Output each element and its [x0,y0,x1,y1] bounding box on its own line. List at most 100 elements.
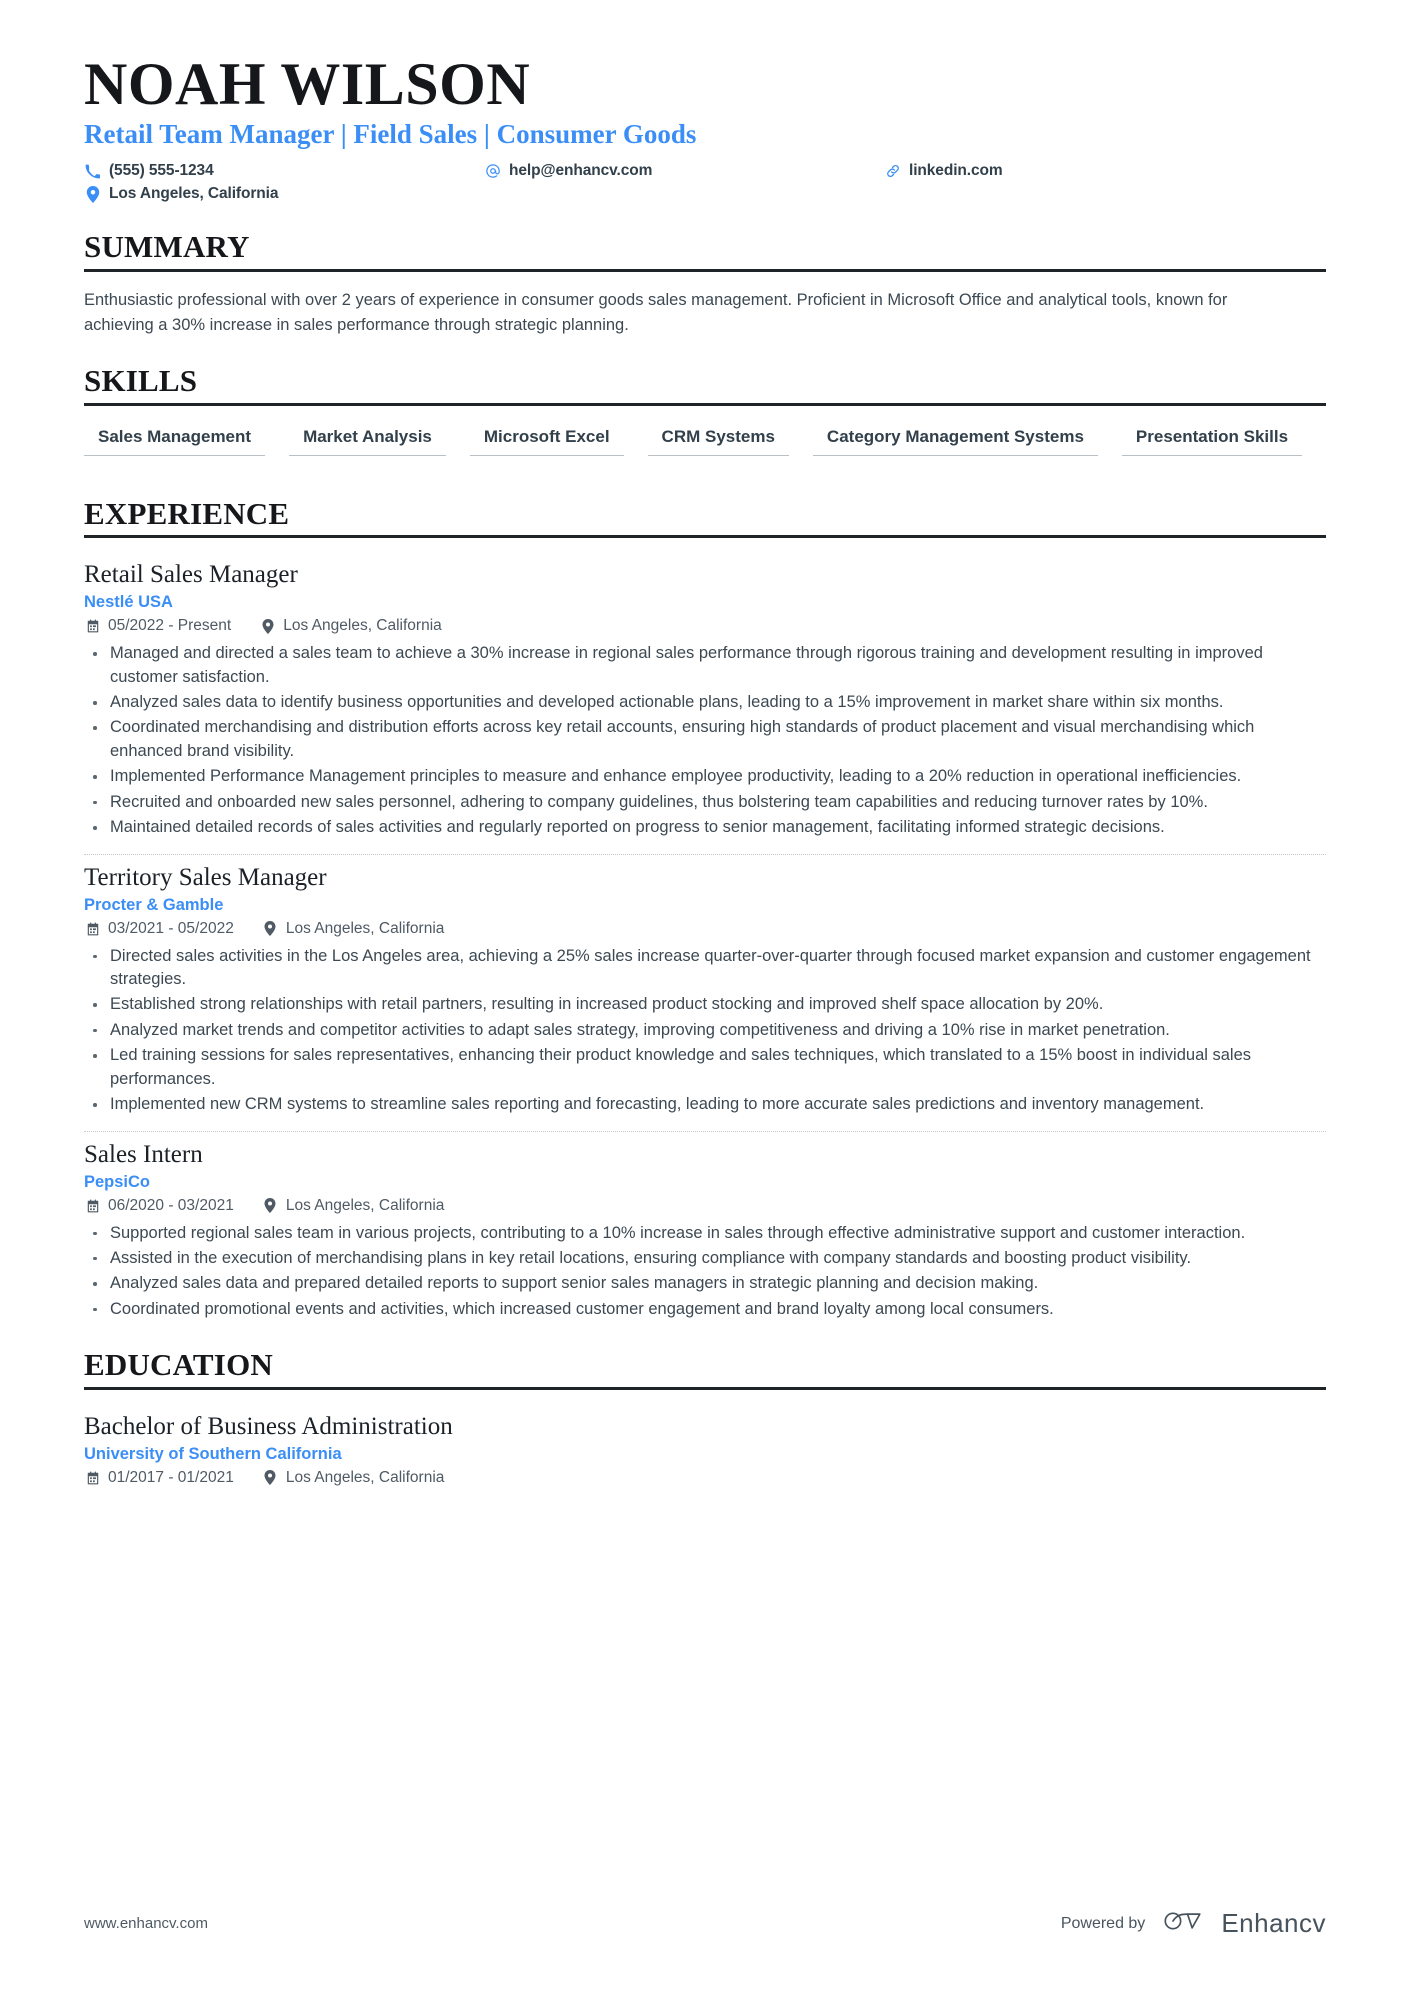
entry-location: Los Angeles, California [262,1468,445,1487]
link-icon [884,163,901,180]
bullet-item: Supported regional sales team in various… [84,1222,1326,1245]
entry-dates: 03/2021 - 05/2022 [84,920,234,938]
location-pin-icon [259,618,276,635]
bullet-item: Analyzed market trends and competitor ac… [84,1019,1326,1042]
resume-page: NOAH WILSON Retail Team Manager | Field … [0,0,1410,1995]
section-title-summary: SUMMARY [84,229,250,265]
experience-entry: Retail Sales Manager Nestlé USA 05/2022 … [84,552,1326,839]
enhancv-brand: Enhancv [1163,1908,1326,1939]
bullet-item: Implemented new CRM systems to streamlin… [84,1093,1326,1116]
skill-tag: CRM Systems [647,420,789,456]
skill-tag: Market Analysis [289,420,446,456]
entry-dates-value: 06/2020 - 03/2021 [108,1196,234,1214]
location-pin-icon [262,920,279,937]
contact-phone-value: (555) 555-1234 [109,162,214,180]
section-experience: EXPERIENCE Retail Sales Manager Nestlé U… [84,495,1326,1322]
section-rule [84,535,1326,539]
section-skills: SKILLS Sales Management Market Analysis … [84,365,1326,470]
job-title: Sales Intern [84,1140,203,1168]
section-rule [84,1386,1326,1390]
section-education: EDUCATION Bachelor of Business Administr… [84,1349,1326,1487]
contact-website[interactable]: linkedin.com [884,162,1003,180]
contact-phone[interactable]: (555) 555-1234 [84,162,484,180]
skill-tag: Presentation Skills [1121,420,1303,456]
professional-headline: Retail Team Manager | Field Sales | Cons… [84,119,697,150]
entry-meta: 05/2022 - Present Los Angeles, Californi… [84,617,1326,635]
job-title: Territory Sales Manager [84,863,327,891]
entry-dates-value: 05/2022 - Present [108,617,232,635]
calendar-icon [84,920,101,937]
entry-location: Los Angeles, California [262,1196,445,1215]
bullet-list: Directed sales activities in the Los Ang… [84,945,1326,1117]
summary-text: Enthusiastic professional with over 2 ye… [84,291,1228,334]
skill-tag: Sales Management [84,420,266,456]
section-summary: SUMMARY Enthusiastic professional with o… [84,231,1326,337]
bullet-item: Analyzed sales data to identify business… [84,691,1326,714]
bullet-item: Established strong relationships with re… [84,993,1326,1016]
bullet-item: Led training sessions for sales represen… [84,1044,1326,1091]
phone-icon [84,163,101,180]
section-rule [84,268,1326,272]
contact-info: (555) 555-1234 help@enhancv.com linkedin… [84,162,1326,203]
school-name: University of Southern California [84,1444,342,1463]
section-title-education: EDUCATION [84,1347,273,1383]
resume-header: NOAH WILSON Retail Team Manager | Field … [84,51,1326,203]
entry-dates: 05/2022 - Present [84,617,231,635]
contact-location: Los Angeles, California [84,185,484,203]
contact-email-value: help@enhancv.com [509,162,653,180]
skill-tag: Category Management Systems [812,420,1098,456]
bullet-item: Directed sales activities in the Los Ang… [84,945,1326,992]
job-title: Retail Sales Manager [84,561,298,589]
contact-row-primary: (555) 555-1234 help@enhancv.com linkedin… [84,162,1326,180]
entry-location-value: Los Angeles, California [285,1468,445,1486]
bullet-item: Analyzed sales data and prepared detaile… [84,1272,1326,1295]
location-pin-icon [262,1469,279,1486]
entry-meta: 01/2017 - 01/2021 Los Angeles, Californi… [84,1469,1326,1487]
page-title: NOAH WILSON [84,51,531,117]
entry-location: Los Angeles, California [262,919,445,938]
contact-website-value: linkedin.com [909,162,1003,180]
bullet-list: Supported regional sales team in various… [84,1222,1326,1322]
powered-by-block: Powered by Enhancv [1061,1908,1326,1939]
company-name: Procter & Gamble [84,895,224,914]
bullet-item: Managed and directed a sales team to ach… [84,642,1326,689]
skill-tag: Microsoft Excel [469,420,624,456]
contact-row-secondary: Los Angeles, California [84,185,1326,203]
powered-by-label: Powered by [1060,1914,1146,1932]
location-pin-icon [262,1197,279,1214]
page-footer: www.enhancv.com Powered by Enhancv [84,1908,1326,1939]
bullet-list: Managed and directed a sales team to ach… [84,642,1326,839]
at-sign-icon [484,163,501,180]
calendar-icon [84,618,101,635]
section-title-experience: EXPERIENCE [84,495,290,531]
entry-location-value: Los Angeles, California [283,617,442,635]
entry-meta: 06/2020 - 03/2021 Los Angeles, Californi… [84,1197,1326,1215]
experience-entry: Territory Sales Manager Procter & Gamble… [84,855,1326,1117]
entry-dates-value: 03/2021 - 05/2022 [108,919,234,937]
contact-location-value: Los Angeles, California [109,185,279,203]
entry-meta: 03/2021 - 05/2022 Los Angeles, Californi… [84,920,1326,938]
company-name: PepsiCo [84,1172,151,1191]
bullet-item: Recruited and onboarded new sales person… [84,791,1326,814]
entry-dates-value: 01/2017 - 01/2021 [108,1468,234,1486]
section-rule [84,402,1326,406]
degree-title: Bachelor of Business Administration [84,1412,453,1440]
bullet-item: Implemented Performance Management princ… [84,765,1326,788]
experience-entry: Sales Intern PepsiCo 06/2020 - 03/2021 L… [84,1132,1326,1322]
calendar-icon [84,1197,101,1214]
footer-website-url[interactable]: www.enhancv.com [84,1915,208,1932]
enhancv-logo-icon [1163,1908,1209,1939]
entry-dates: 06/2020 - 03/2021 [84,1197,234,1215]
bullet-item: Assisted in the execution of merchandisi… [84,1247,1326,1270]
bullet-item: Maintained detailed records of sales act… [84,816,1326,839]
enhancv-brand-name: Enhancv [1221,1908,1326,1938]
section-title-skills: SKILLS [84,363,198,399]
contact-email[interactable]: help@enhancv.com [484,162,884,180]
entry-location-value: Los Angeles, California [285,919,445,937]
company-name: Nestlé USA [84,593,173,612]
entry-location-value: Los Angeles, California [285,1196,445,1214]
skills-list: Sales Management Market Analysis Microso… [84,420,1326,470]
location-pin-icon [84,185,101,203]
bullet-item: Coordinated merchandising and distributi… [84,716,1326,763]
bullet-item: Coordinated promotional events and activ… [84,1298,1326,1321]
